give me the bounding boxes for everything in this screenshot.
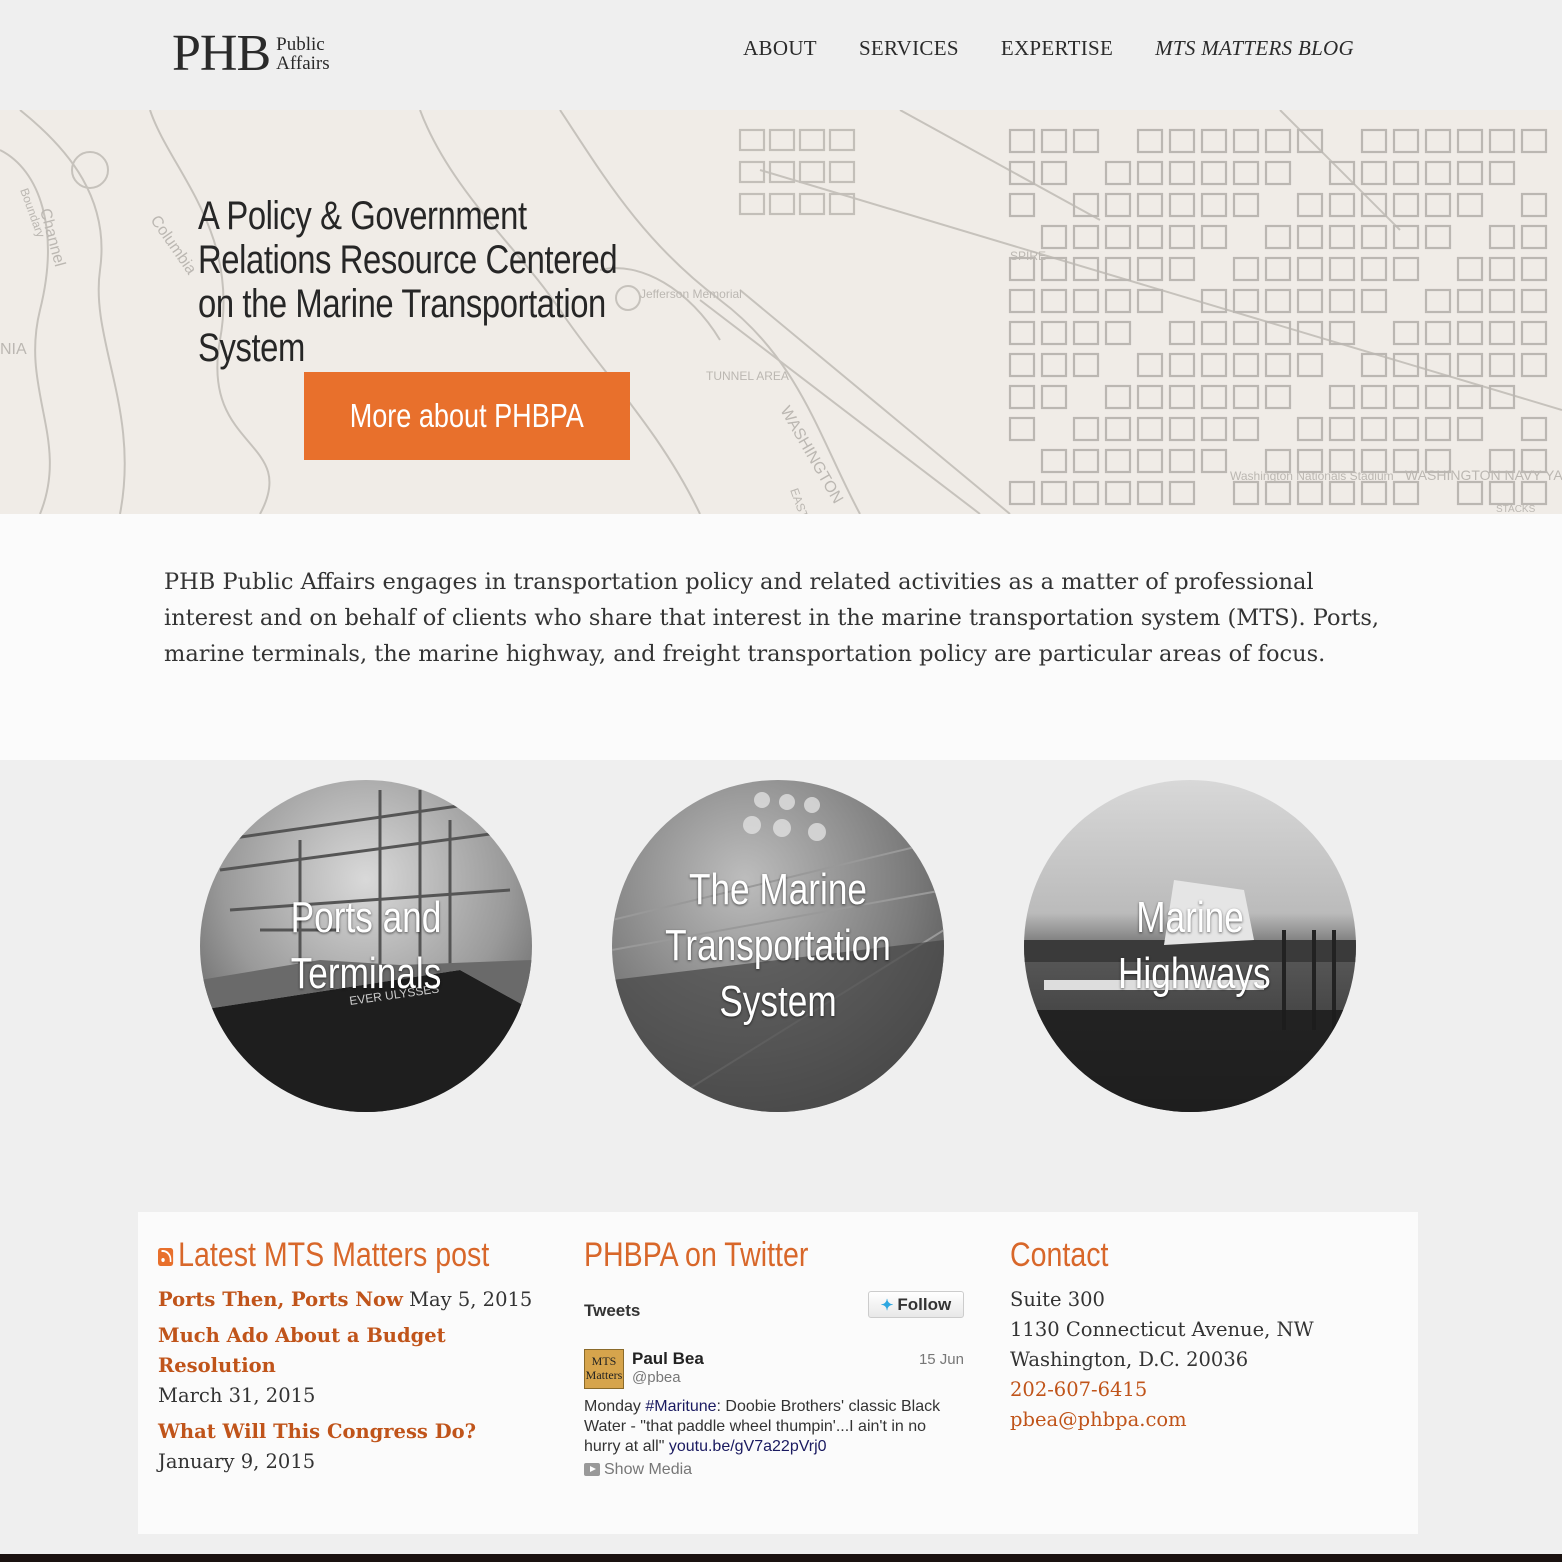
blog-title: Latest MTS Matters post (158, 1236, 490, 1275)
avatar[interactable]: MTS Matters (584, 1349, 624, 1389)
twitter-widget-header: Tweets ✦ Follow (584, 1291, 964, 1331)
contact-column: Contact Suite 300 1130 Connecticut Avenu… (1010, 1236, 1390, 1435)
intro-section: PHB Public Affairs engages in transporta… (0, 514, 1562, 760)
more-about-label: More about PHBPA (349, 397, 585, 434)
tweet-author-handle[interactable]: @pbea (632, 1369, 681, 1386)
nav-blog[interactable]: MTS MATTERS BLOG (1155, 36, 1354, 61)
follow-button[interactable]: ✦ Follow (868, 1291, 964, 1318)
footer-strip (0, 1554, 1562, 1562)
tweet-date[interactable]: 15 Jun (919, 1351, 964, 1368)
follow-label: Follow (897, 1294, 952, 1314)
blog-title-text: Latest MTS Matters post (178, 1236, 490, 1274)
logo-line-1: Public (276, 34, 325, 55)
tweet-text-part: Monday (584, 1398, 646, 1415)
blog-post-link[interactable]: Much Ado About a Budget Resolution (158, 1324, 446, 1377)
twitter-bird-icon: ✦ (880, 1296, 894, 1314)
twitter-title: PHBPA on Twitter (584, 1236, 809, 1274)
site-header: PHB Public Affairs ABOUT SERVICES EXPERT… (0, 0, 1562, 110)
logo-mark: PHB (172, 25, 271, 82)
circle-marine-highways[interactable]: Marine Highways (1024, 780, 1356, 1112)
blog-post-date: March 31, 2015 (158, 1384, 316, 1407)
blog-post: Much Ado About a Budget Resolution March … (158, 1321, 548, 1411)
tweet-text: Monday #Maritune: Doobie Brothers' class… (584, 1397, 964, 1457)
contact-info: Suite 300 1130 Connecticut Avenue, NW Wa… (1010, 1285, 1390, 1435)
contact-title: Contact (1010, 1236, 1109, 1274)
blog-post: What Will This Congress Do? January 9, 2… (158, 1417, 548, 1477)
topic-circles: EVER ULYSSES Ports and Terminals The Mar… (0, 760, 1562, 1212)
blog-posts: Ports Then, Ports Now May 5, 2015 Much A… (158, 1285, 548, 1477)
info-panel: Latest MTS Matters post Ports Then, Port… (138, 1212, 1418, 1534)
hero-title: A Policy & Government Relations Resource… (198, 194, 618, 370)
blog-post-link[interactable]: Ports Then, Ports Now (158, 1288, 403, 1311)
nav-about[interactable]: ABOUT (743, 36, 817, 61)
logo-subtitle: Public Affairs (276, 35, 329, 73)
tweets-label: Tweets (584, 1301, 641, 1320)
logo-line-2: Affairs (276, 53, 330, 74)
blog-post-link[interactable]: What Will This Congress Do? (158, 1420, 476, 1443)
nav-expertise[interactable]: EXPERTISE (1001, 36, 1113, 61)
tweet-link[interactable]: youtu.be/gV7a22pVrj0 (669, 1438, 827, 1455)
contact-phone[interactable]: 202-607-6415 (1010, 1375, 1390, 1405)
play-icon (584, 1463, 600, 1477)
nav-services[interactable]: SERVICES (859, 36, 959, 61)
contact-street: 1130 Connecticut Avenue, NW (1010, 1318, 1314, 1341)
show-media-label: Show Media (604, 1461, 693, 1478)
main-nav: ABOUT SERVICES EXPERTISE MTS MATTERS BLO… (743, 36, 1354, 61)
intro-text: PHB Public Affairs engages in transporta… (164, 569, 1380, 667)
more-about-button[interactable]: More about PHBPA (304, 372, 630, 460)
blog-post: Ports Then, Ports Now May 5, 2015 (158, 1285, 548, 1315)
tweet-hashtag[interactable]: #Maritune (645, 1398, 716, 1415)
hero-banner: Boundary Channel Columbia NIA Jefferson … (0, 110, 1562, 514)
rss-icon[interactable] (158, 1248, 174, 1267)
contact-suite: Suite 300 (1010, 1288, 1105, 1311)
circle-label-highways: Marine Highways (1118, 893, 1271, 998)
circle-label-mts: The Marine Transportation System (665, 865, 891, 1026)
contact-city: Washington, D.C. 20036 (1010, 1348, 1249, 1371)
show-media-link[interactable]: Show Media (584, 1461, 692, 1479)
circle-label-ports: Ports and Terminals (290, 893, 442, 998)
twitter-column: PHBPA on Twitter Tweets ✦ Follow MTS Matt… (584, 1236, 964, 1478)
circle-ports-terminals[interactable]: EVER ULYSSES Ports and Terminals (200, 780, 532, 1112)
blog-post-date: January 9, 2015 (158, 1450, 316, 1473)
blog-post-date: May 5, 2015 (409, 1288, 533, 1311)
blog-column: Latest MTS Matters post Ports Then, Port… (158, 1236, 548, 1483)
site-logo[interactable]: PHB Public Affairs (172, 25, 330, 82)
tweet-author-name[interactable]: Paul Bea (632, 1349, 704, 1369)
contact-email[interactable]: pbea@phbpa.com (1010, 1405, 1390, 1435)
circle-mts[interactable]: The Marine Transportation System (612, 780, 944, 1112)
